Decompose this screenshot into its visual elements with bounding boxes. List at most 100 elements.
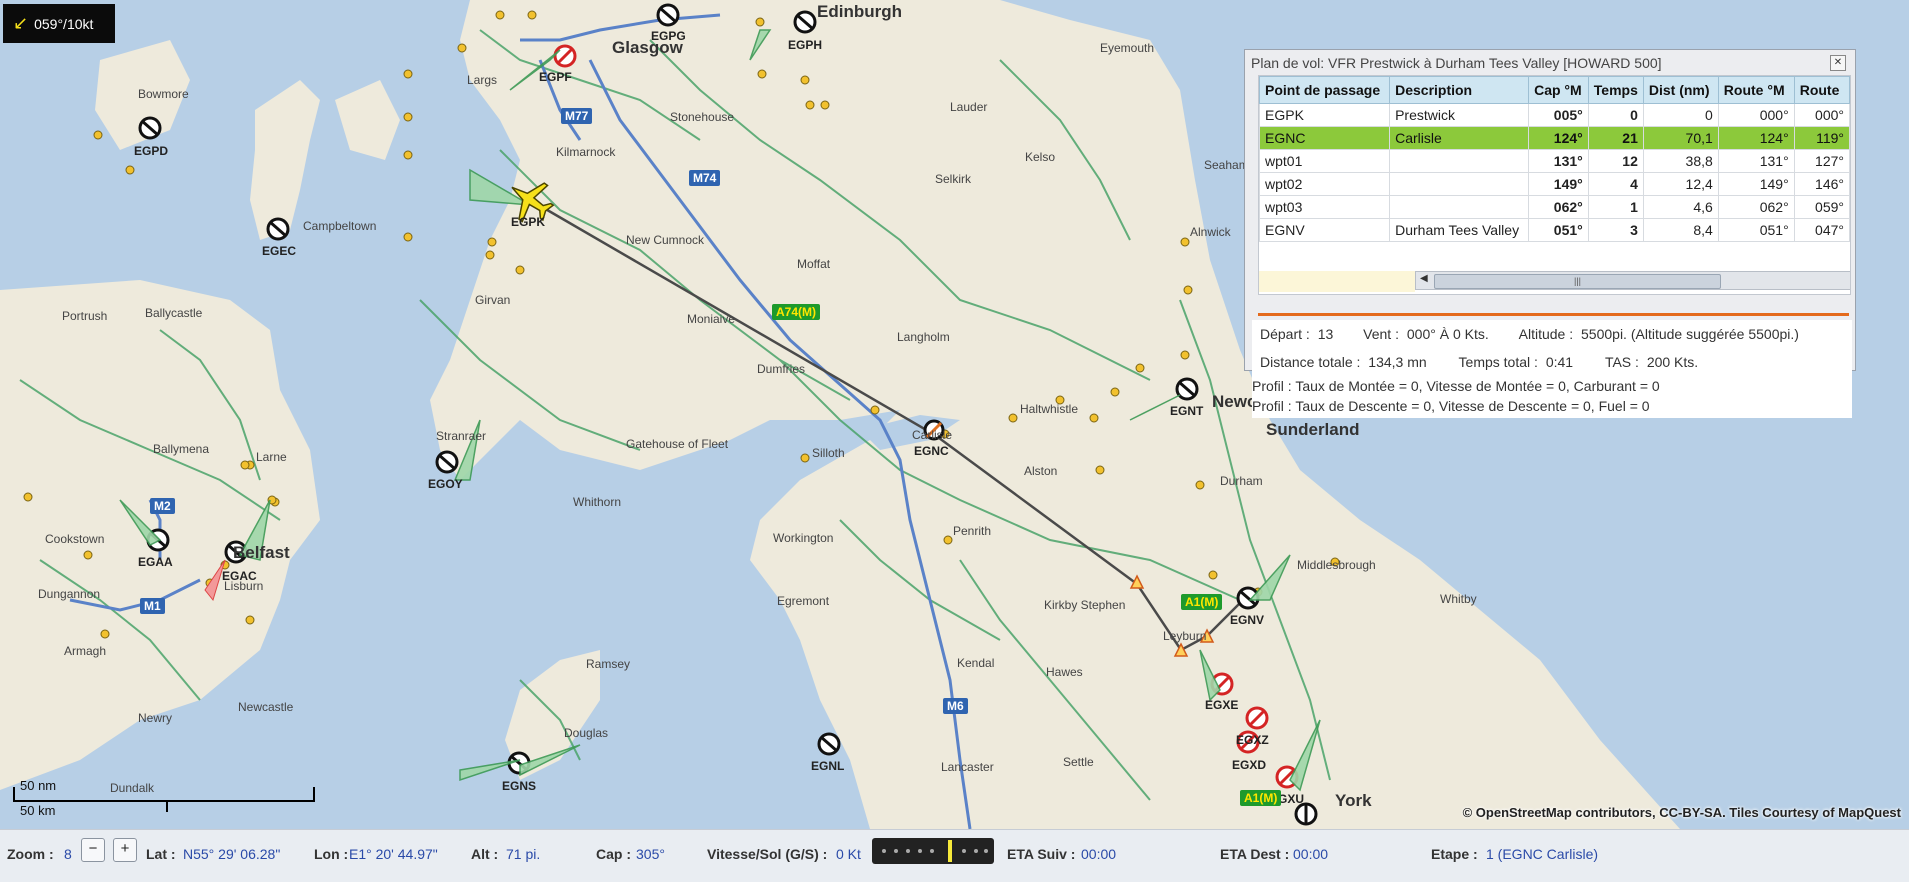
wind-arrow-icon: ↙ [13,13,29,33]
cell-route: 059° [1793,195,1850,219]
map-view[interactable]: Edinburgh Glasgow Newcastle upon Tyne Su… [0,0,1909,829]
cell-route: 146° [1793,172,1850,196]
column-header[interactable]: Dist (nm) [1642,76,1719,104]
slider-tick [918,849,922,853]
cell-route-m: 131° [1717,149,1795,173]
tas-label: TAS : [1604,354,1639,370]
column-header[interactable]: Temps [1587,76,1644,104]
column-header[interactable]: Route [1793,76,1850,104]
vent-value: 000° À 0 Kts. [1406,326,1489,342]
cell-route: 119° [1793,126,1850,150]
flight-plan-title: Plan de vol: VFR Prestwick à Durham Tees… [1251,55,1662,71]
profile-climb: Profil : Taux de Montée = 0, Vitesse de … [1252,378,1660,394]
cell-description [1389,172,1530,196]
summary-row-2: Distance totale : 134,3 mn Temps total :… [1260,354,1698,370]
map-attribution: © OpenStreetMap contributors, CC-BY-SA. … [1462,805,1901,820]
depart-value: 13 [1317,326,1334,342]
alt-label: Alt : [471,846,499,862]
lat-value: N55° 29' 06.28" [183,846,281,862]
cap-value: 305° [636,846,665,862]
road-shield: M6 [943,698,968,714]
cell-waypoint: EGNC [1259,126,1391,150]
table-row[interactable]: wpt01 131° 12 38,8 131° 127° [1259,149,1850,173]
table-row[interactable]: wpt03 062° 1 4,6 062° 059° [1259,195,1850,219]
flight-plan-table[interactable]: Point de passage Description Cap °M Temp… [1258,75,1851,295]
slider-tick [962,849,966,853]
cell-waypoint: EGPK [1259,103,1391,127]
wind-value: 059°/10kt [34,15,94,32]
cell-dist: 0 [1642,103,1719,127]
cell-cap: 005° [1528,103,1589,127]
etape-label: Etape : [1431,846,1478,862]
cell-route-m: 149° [1717,172,1795,196]
cell-waypoint: wpt01 [1259,149,1391,173]
playback-slider[interactable] [872,838,994,864]
lon-label: Lon : [314,846,349,862]
speed-value: 0 Kt [836,846,861,862]
slider-tick [894,849,898,853]
cell-temps: 4 [1587,172,1644,196]
road-shield: M1 [140,598,165,614]
column-header[interactable]: Route °M [1717,76,1795,104]
scale-nm: 50 nm [20,778,57,793]
wind-indicator: ↙ 059°/10kt [3,4,115,43]
section-divider [1258,313,1849,316]
cell-route-m: 124° [1717,126,1795,150]
cell-description: Durham Tees Valley [1389,218,1530,242]
eta-next-value: 00:00 [1081,846,1117,862]
flight-plan-panel[interactable]: Plan de vol: VFR Prestwick à Durham Tees… [1244,49,1856,418]
road-shield: M77 [561,108,593,124]
zoom-out-button[interactable]: − [81,838,105,862]
eta-dest-label: ETA Dest : [1220,846,1290,862]
table-footer-spacer [1259,271,1415,292]
speed-label: Vitesse/Sol (G/S) : [707,846,828,862]
scale-km: 50 km [20,803,56,818]
scroll-left-icon[interactable]: ◀ [1420,273,1428,284]
cell-cap: 131° [1528,149,1589,173]
distance-value: 134,3 mn [1368,354,1427,370]
close-icon[interactable]: ✕ [1830,55,1846,71]
cell-waypoint: wpt02 [1259,172,1391,196]
slider-handle[interactable] [948,840,952,862]
cell-route: 047° [1793,218,1850,242]
cell-dist: 8,4 [1642,218,1719,242]
cap-label: Cap : [596,846,631,862]
lat-label: Lat : [146,846,176,862]
column-header[interactable]: Description [1389,76,1530,104]
table-row[interactable]: EGNV Durham Tees Valley 051° 3 8,4 051° … [1259,218,1850,242]
eta-next-label: ETA Suiv : [1007,846,1076,862]
cell-dist: 38,8 [1642,149,1719,173]
cell-temps: 21 [1587,126,1644,150]
slider-tick [906,849,910,853]
eta-dest-value: 00:00 [1293,846,1329,862]
cell-dist: 12,4 [1642,172,1719,196]
column-header[interactable]: Point de passage [1259,76,1391,104]
table-row[interactable]: EGPK Prestwick 005° 0 0 000° 000° [1259,103,1850,127]
altitude-label: Altitude : [1518,326,1574,342]
zoom-in-button[interactable]: + [113,838,137,862]
scrollbar-thumb[interactable]: ||| [1434,274,1721,289]
road-shield: M74 [689,170,721,186]
table-row[interactable]: wpt02 149° 4 12,4 149° 146° [1259,172,1850,196]
cell-description [1389,195,1530,219]
horizontal-scrollbar[interactable]: ◀ ||| ▶ [1415,271,1850,290]
road-shield: M2 [150,498,175,514]
slider-tick [984,849,988,853]
table-row-selected[interactable]: EGNC Carlisle 124° 21 70,1 124° 119° [1259,126,1850,150]
map-scale: 50 nm 50 km [12,776,317,821]
column-header[interactable]: Cap °M [1528,76,1589,104]
temps-value: 0:41 [1545,354,1574,370]
tas-value: 200 Kts. [1646,354,1699,370]
summary-row-1: Départ : 13 Vent : 000° À 0 Kts. Altitud… [1260,326,1799,342]
cell-temps: 0 [1587,103,1644,127]
cell-route-m: 051° [1717,218,1795,242]
flight-plan-summary: Départ : 13 Vent : 000° À 0 Kts. Altitud… [1252,320,1852,418]
altitude-value: 5500pi. (Altitude suggérée 5500pi.) [1581,326,1799,342]
cell-temps: 1 [1587,195,1644,219]
cell-temps: 12 [1587,149,1644,173]
cell-route: 127° [1793,149,1850,173]
cell-route: 000° [1793,103,1850,127]
etape-value: 1 (EGNC Carlisle) [1486,846,1599,862]
temps-label: Temps total : [1458,354,1538,370]
status-bar: Zoom : 8 − + Lat : N55° 29' 06.28" Lon :… [0,829,1909,882]
